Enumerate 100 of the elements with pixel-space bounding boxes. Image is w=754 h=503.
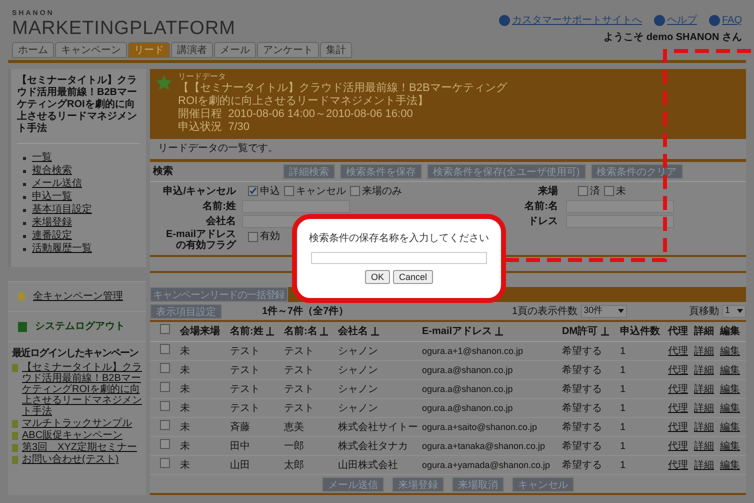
row-link[interactable]: 詳細 [694, 422, 714, 432]
recent-campaign-link[interactable]: マルチトラックサンプル [22, 418, 132, 429]
column-header: 会場来場 [180, 324, 220, 339]
table-cell: 一郎 [284, 440, 304, 452]
checkbox[interactable] [160, 420, 170, 430]
recent-campaign-link[interactable]: 第3回 XYZ定期セミナー [22, 442, 138, 453]
column-header: 名前:名 [284, 324, 318, 339]
nav-tab[interactable]: 講演者 [171, 42, 213, 58]
nav-tab[interactable]: メール [214, 42, 256, 58]
nav-tab[interactable]: リード [128, 42, 170, 58]
campaign-title: 【セミナータイトル】クラウド活用最前線！B2BマーケティングROIを劇的に向上させるリードマネジメント手法 [17, 75, 140, 144]
row-link[interactable]: 詳細 [694, 440, 714, 452]
sidebar-link[interactable]: 一覧 [32, 152, 52, 164]
sort-icon[interactable] [320, 327, 328, 336]
table-cell: 1 [620, 346, 626, 356]
table-cell: テスト [284, 346, 314, 356]
column-header: E-mailアドレス [422, 325, 492, 339]
nav-tab[interactable]: ホーム [12, 42, 54, 58]
column-header: 詳細 [694, 324, 714, 339]
checkbox[interactable] [160, 458, 170, 468]
sort-icon[interactable] [495, 327, 504, 336]
row-link[interactable]: 編集 [720, 460, 740, 470]
recent-campaign-link[interactable]: お問い合わせ(テスト) [22, 454, 119, 465]
row-link[interactable]: 詳細 [694, 346, 714, 356]
input-field[interactable] [566, 214, 674, 228]
row-link[interactable]: 代理 [668, 460, 688, 470]
checkbox[interactable] [350, 186, 360, 196]
sidebar-link[interactable]: 基本項目設定 [32, 204, 92, 216]
nav-tab[interactable]: アンケート [257, 42, 319, 58]
row-link[interactable]: 代理 [668, 440, 688, 452]
per-page-select[interactable]: 30件 [580, 304, 627, 318]
checkbox[interactable] [160, 324, 170, 334]
row-link[interactable]: 編集 [720, 364, 740, 376]
checkbox[interactable] [160, 362, 170, 372]
row-link[interactable]: 代理 [668, 384, 688, 394]
row-link[interactable]: 詳細 [694, 384, 714, 394]
row-link[interactable]: 詳細 [694, 402, 714, 414]
dialog-button[interactable]: Cancel [393, 270, 434, 284]
column-header: 申込件数 [620, 324, 660, 339]
sidebar-link[interactable]: 来場登録 [32, 217, 72, 229]
recent-campaign-link[interactable]: 【セミナータイトル】クラウド活用最前線！B2BマーケティングROIを劇的に向上させるリードマネジメント手法 [22, 362, 142, 417]
table-cell: 希望する [562, 402, 602, 414]
row-link[interactable]: 詳細 [694, 460, 714, 470]
nav-tab[interactable]: キャンペーン [55, 42, 127, 58]
sidebar-link[interactable]: 申込一覧 [32, 191, 72, 203]
checkbox[interactable] [248, 232, 258, 242]
checkbox[interactable] [160, 438, 170, 448]
header-link[interactable]: ヘルプ [654, 13, 697, 28]
name-input[interactable] [311, 252, 487, 264]
checkbox[interactable] [160, 382, 170, 392]
header-link[interactable]: カスタマーサポートサイトへ [498, 13, 642, 28]
header-link[interactable]: FAQ [708, 13, 742, 28]
table-cell: 未 [180, 440, 190, 452]
sidebar-link[interactable]: 連番設定 [32, 230, 72, 242]
checkbox[interactable] [160, 344, 170, 354]
checkbox[interactable] [248, 186, 258, 196]
column-header: DM許可 [562, 324, 598, 339]
row-link[interactable]: 編集 [720, 440, 740, 452]
row-link[interactable]: 代理 [668, 346, 688, 356]
table-cell: 斉藤 [230, 422, 250, 432]
nav-tab[interactable]: 集計 [320, 42, 352, 58]
table-cell: テスト [284, 384, 314, 394]
row-link[interactable]: 編集 [720, 402, 740, 414]
row-link[interactable]: 代理 [668, 422, 688, 432]
table-cell: 株式会社タナカ [338, 440, 408, 452]
checkbox[interactable] [604, 186, 614, 196]
table-cell: 1 [620, 422, 626, 432]
row-link[interactable]: 編集 [720, 422, 740, 432]
row-link[interactable]: 詳細 [694, 364, 714, 376]
row-link[interactable]: 代理 [668, 402, 688, 414]
table-cell: シャノン [338, 346, 378, 356]
sidebar-link[interactable]: 全キャンペーン管理 [33, 289, 123, 304]
checkbox-label: キャンセル [296, 184, 346, 198]
help-icon [498, 15, 510, 26]
sidebar-link[interactable]: システムログアウト [35, 319, 125, 334]
page-select[interactable]: 1 [722, 304, 746, 318]
form-label: 来場 [537, 184, 558, 198]
checkbox[interactable] [578, 186, 588, 196]
table-cell: テスト [230, 364, 260, 376]
row-link[interactable]: 代理 [668, 364, 688, 376]
sidebar-link[interactable]: 複合検索 [32, 165, 72, 177]
checkbox[interactable] [160, 400, 170, 410]
input-field[interactable] [242, 200, 350, 212]
sidebar-link[interactable]: 活動履歴一覧 [32, 243, 92, 255]
recent-campaign-link[interactable]: ABC販促キャンペーン [22, 430, 123, 441]
table-cell: 山田 [230, 460, 250, 470]
sort-icon[interactable] [266, 327, 274, 336]
dropdown-icon [737, 309, 743, 313]
sort-icon[interactable] [371, 327, 379, 336]
sort-icon[interactable] [600, 327, 609, 336]
result-count: 1件～7件（全7件） [262, 304, 350, 318]
row-link[interactable]: 編集 [720, 346, 740, 356]
dialog-button[interactable]: OK [364, 270, 390, 284]
table-cell: テスト [230, 402, 260, 414]
row-link[interactable]: 編集 [720, 384, 740, 394]
form-label: 会社名 [205, 214, 236, 228]
sidebar-link[interactable]: メール送信 [32, 178, 82, 190]
input-field[interactable] [566, 200, 674, 212]
form-label: 申込/キャンセル [162, 184, 236, 198]
checkbox[interactable] [284, 186, 294, 196]
